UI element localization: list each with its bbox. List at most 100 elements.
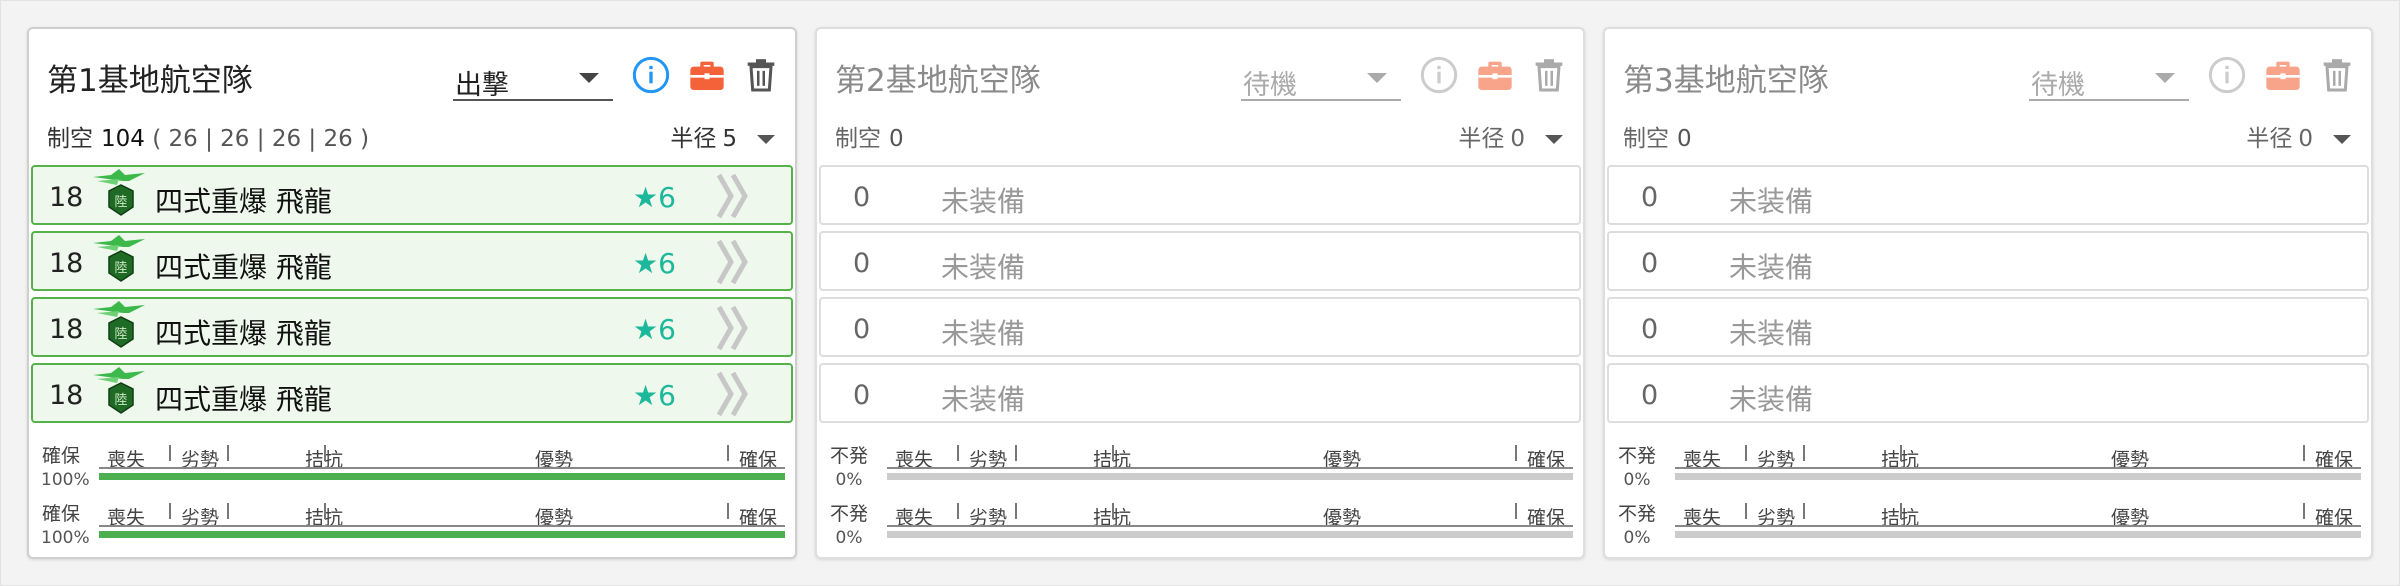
scale-divider xyxy=(324,503,326,519)
proficiency-chevron-icon[interactable] xyxy=(713,303,753,353)
trash-icon[interactable] xyxy=(741,55,781,95)
radius-label: 半径 xyxy=(1458,126,1505,152)
radius-select[interactable]: 半径 5 xyxy=(670,119,775,153)
air-state-label: 不発 xyxy=(1617,445,1656,467)
info-icon[interactable] xyxy=(1419,55,1459,95)
scale-divider xyxy=(1900,503,1902,519)
briefcase-icon[interactable] xyxy=(687,55,727,95)
scale-divider xyxy=(727,503,729,519)
svg-text:陸: 陸 xyxy=(114,260,127,276)
equipment-slot[interactable]: 0 未装備 xyxy=(819,363,1581,423)
equipment-name: 四式重爆 飛龍 xyxy=(155,185,332,218)
info-icon[interactable] xyxy=(631,55,671,95)
scale-divider xyxy=(1112,503,1114,519)
air-state-bar: 確保 100% 喪失劣勢拮抗優勢確保 xyxy=(29,441,799,497)
scale-divider xyxy=(1803,445,1805,461)
mode-select-value: 待機 xyxy=(1243,70,1297,101)
equipment-name: 四式重爆 飛龍 xyxy=(155,317,332,350)
air-power-summary: 制空 104 ( 26 | 26 | 26 | 26 ) xyxy=(47,119,369,153)
radius-select[interactable]: 半径 0 xyxy=(2246,119,2351,153)
equipment-name: 未装備 xyxy=(941,383,1026,416)
equipment-name: 未装備 xyxy=(1729,317,1814,350)
info-icon[interactable] xyxy=(2207,55,2247,95)
air-state-percent: 100% xyxy=(41,470,90,490)
briefcase-icon[interactable] xyxy=(1475,55,1515,95)
air-state-label: 確保 xyxy=(41,445,80,467)
equipment-slot[interactable]: 0 未装備 xyxy=(819,231,1581,291)
equipment-slot[interactable]: 0 未装備 xyxy=(1607,165,2369,225)
equipment-name: 四式重爆 飛龍 xyxy=(155,383,332,416)
chevron-down-icon xyxy=(1545,135,1563,144)
air-state-scale: 喪失劣勢拮抗優勢確保 xyxy=(1675,445,2361,471)
equipment-slot[interactable]: 18 陸 四式重爆 飛龍 ★6 xyxy=(31,165,793,225)
equipment-slot[interactable]: 18 陸 四式重爆 飛龍 ★6 xyxy=(31,297,793,357)
equipment-slot[interactable]: 18 陸 四式重爆 飛龍 ★6 xyxy=(31,363,793,423)
slot-count: 0 xyxy=(853,182,871,213)
air-state-fill-track xyxy=(887,473,1573,480)
air-state-fill xyxy=(99,473,785,480)
equipment-slot[interactable]: 0 未装備 xyxy=(819,165,1581,225)
svg-text:陸: 陸 xyxy=(114,194,127,210)
air-power-breakdown-item: 26 xyxy=(168,126,198,152)
scale-line xyxy=(99,525,785,527)
air-state-label: 不発 xyxy=(1617,503,1656,525)
air-power-breakdown-item: 26 xyxy=(323,126,353,152)
slot-count: 0 xyxy=(1641,380,1659,411)
air-state-fill-track xyxy=(99,473,785,480)
scale-divider xyxy=(1015,445,1017,461)
air-power-breakdown: ( 26 | 26 | 26 | 26 ) xyxy=(144,126,370,152)
equipment-slot[interactable]: 18 陸 四式重爆 飛龍 ★6 xyxy=(31,231,793,291)
scale-divider xyxy=(169,503,171,519)
radius-select[interactable]: 半径 0 xyxy=(1458,119,1563,153)
scale-divider xyxy=(727,445,729,461)
air-state-fill-track xyxy=(99,531,785,538)
slot-count: 18 xyxy=(49,380,84,411)
equipment-name: 未装備 xyxy=(1729,251,1814,284)
air-state-result: 不発 0% xyxy=(1617,503,1657,549)
improvement-level: ★6 xyxy=(633,181,676,214)
air-state-result: 不発 0% xyxy=(1617,445,1657,491)
scale-divider xyxy=(1515,445,1517,461)
improvement-level: ★6 xyxy=(633,247,676,280)
air-state-percent: 100% xyxy=(41,528,90,548)
mode-select-value: 待機 xyxy=(2031,70,2085,101)
equipment-slot[interactable]: 0 未装備 xyxy=(1607,363,2369,423)
equipment-slot[interactable]: 0 未装備 xyxy=(1607,231,2369,291)
air-state-scale: 喪失劣勢拮抗優勢確保 xyxy=(1675,503,2361,529)
proficiency-chevron-icon[interactable] xyxy=(713,237,753,287)
air-state-percent: 0% xyxy=(835,528,863,548)
trash-icon[interactable] xyxy=(2317,55,2357,95)
equipment-slot[interactable]: 0 未装備 xyxy=(1607,297,2369,357)
air-state-result: 不発 0% xyxy=(829,445,869,491)
radius-value: 5 xyxy=(722,126,737,152)
air-power-label: 制空 xyxy=(47,126,93,152)
air-state-fill-track xyxy=(887,531,1573,538)
chevron-down-icon xyxy=(2155,73,2175,83)
radius-label: 半径 xyxy=(670,126,717,152)
mode-select[interactable]: 待機 xyxy=(1241,53,1401,101)
mode-select[interactable]: 待機 xyxy=(2029,53,2189,101)
scale-divider xyxy=(2303,503,2305,519)
scale-line xyxy=(887,525,1573,527)
proficiency-chevron-icon[interactable] xyxy=(713,171,753,221)
panel-title: 第1基地航空隊 xyxy=(47,63,253,99)
proficiency-chevron-icon[interactable] xyxy=(713,369,753,419)
heavy-bomber-icon: 陸 xyxy=(89,299,153,357)
trash-icon[interactable] xyxy=(1529,55,1569,95)
slot-count: 0 xyxy=(853,248,871,279)
briefcase-icon[interactable] xyxy=(2263,55,2303,95)
svg-text:陸: 陸 xyxy=(114,392,127,408)
radius-value: 0 xyxy=(1510,126,1525,152)
scale-divider xyxy=(1745,503,1747,519)
heavy-bomber-icon: 陸 xyxy=(89,365,153,423)
land-base-air-corps-view: 第1基地航空隊 出撃 制空 104 ( 26 | 26 | 26 | 26 ) 半径 5 1… xyxy=(0,0,2400,586)
equipment-slot[interactable]: 0 未装備 xyxy=(819,297,1581,357)
air-state-label: 確保 xyxy=(41,503,80,525)
mode-select-value: 出撃 xyxy=(455,70,509,101)
scale-divider xyxy=(2303,445,2305,461)
air-corps-panel-2: 第2基地航空隊待機制空0半径00未装備0未装備0未装備0未装備不発0%喪失劣勢拮… xyxy=(815,27,1585,559)
chevron-down-icon xyxy=(579,73,599,83)
scale-divider xyxy=(1015,503,1017,519)
scale-divider xyxy=(169,445,171,461)
mode-select[interactable]: 出撃 xyxy=(453,53,613,101)
